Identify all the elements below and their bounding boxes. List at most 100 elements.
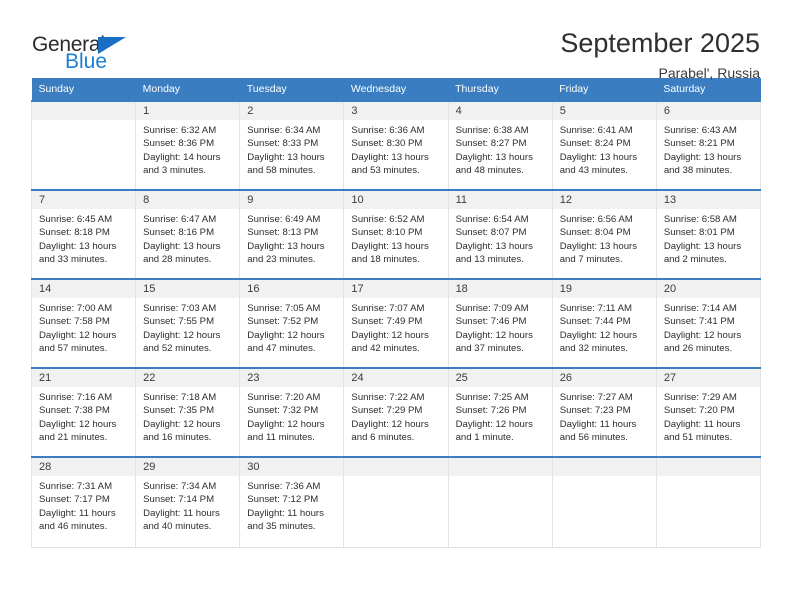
day-cell[interactable]: 6 Sunrise: 6:43 AM Sunset: 8:21 PM Daylight… <box>655 100 762 191</box>
day-details: Sunrise: 7:05 AM Sunset: 7:52 PM Daylight:… <box>240 298 343 356</box>
day-cell[interactable] <box>30 100 137 191</box>
daylight-line-2: and 42 minutes. <box>351 343 420 355</box>
daylight-line-1: Daylight: 13 hours <box>39 240 117 252</box>
day-cell[interactable]: 25 Sunrise: 7:25 AM Sunset: 7:26 PM Dayligh… <box>447 367 553 458</box>
day-cell[interactable]: 15 Sunrise: 7:03 AM Sunset: 7:55 PM Dayligh… <box>135 278 241 369</box>
day-cell[interactable]: 7 Sunrise: 6:45 AM Sunset: 8:18 PM Daylight… <box>30 189 137 280</box>
sunset-line: Sunset: 7:26 PM <box>455 405 527 417</box>
sunset-line: Sunset: 7:20 PM <box>663 405 735 417</box>
sunset-line: Sunset: 8:33 PM <box>247 138 319 150</box>
day-number <box>448 458 552 476</box>
daylight-line-1: Daylight: 13 hours <box>559 240 638 252</box>
day-cell[interactable]: 26 Sunrise: 7:27 AM Sunset: 7:23 PM Dayligh… <box>551 367 657 458</box>
daylight-line-2: and 51 minutes. <box>663 432 733 444</box>
day-cell[interactable]: 13 Sunrise: 6:58 AM Sunset: 8:01 PM Dayligh… <box>655 189 762 280</box>
day-cell[interactable]: 21 Sunrise: 7:16 AM Sunset: 7:38 PM Dayligh… <box>30 367 137 458</box>
day-cell[interactable]: 29 Sunrise: 7:34 AM Sunset: 7:14 PM Dayligh… <box>135 456 241 548</box>
day-cell[interactable]: 5 Sunrise: 6:41 AM Sunset: 8:24 PM Daylight… <box>551 100 657 191</box>
day-cell[interactable]: 27 Sunrise: 7:29 AM Sunset: 7:20 PM Dayligh… <box>655 367 762 458</box>
daylight-line-2: and 43 minutes. <box>559 165 628 177</box>
daylight-line-1: Daylight: 11 hours <box>143 507 220 519</box>
day-details: Sunrise: 6:49 AM Sunset: 8:13 PM Daylight:… <box>240 209 343 267</box>
sunset-line: Sunset: 8:36 PM <box>143 138 215 150</box>
daylight-line-1: Daylight: 13 hours <box>663 151 742 163</box>
day-cell[interactable]: 30 Sunrise: 7:36 AM Sunset: 7:12 PM Dayligh… <box>239 456 345 548</box>
day-number: 10 <box>344 191 448 209</box>
sunrise-line: Sunrise: 7:05 AM <box>247 303 321 314</box>
sunrise-line: Sunrise: 7:03 AM <box>143 303 217 314</box>
day-cell[interactable]: 10 Sunrise: 6:52 AM Sunset: 8:10 PM Dayligh… <box>343 189 449 280</box>
week-row: 21 Sunrise: 7:16 AM Sunset: 7:38 PM Dayligh… <box>30 367 762 458</box>
day-cell[interactable]: 16 Sunrise: 7:05 AM Sunset: 7:52 PM Dayligh… <box>239 278 345 369</box>
day-number: 2 <box>240 102 344 120</box>
sunrise-line: Sunrise: 7:16 AM <box>39 392 113 403</box>
daylight-line-1: Daylight: 13 hours <box>455 240 533 252</box>
sunset-line: Sunset: 8:30 PM <box>351 138 423 150</box>
day-cell[interactable]: 9 Sunrise: 6:49 AM Sunset: 8:13 PM Daylight… <box>239 189 345 280</box>
day-cell[interactable]: 20 Sunrise: 7:14 AM Sunset: 7:41 PM Dayligh… <box>655 278 762 369</box>
sunrise-line: Sunrise: 7:25 AM <box>455 392 529 403</box>
day-cell[interactable]: 3 Sunrise: 6:36 AM Sunset: 8:30 PM Daylight… <box>343 100 449 191</box>
day-cell[interactable]: 23 Sunrise: 7:20 AM Sunset: 7:32 PM Dayligh… <box>239 367 345 458</box>
week-row: 14 Sunrise: 7:00 AM Sunset: 7:58 PM Dayligh… <box>30 278 762 369</box>
day-cell[interactable]: 1 Sunrise: 6:32 AM Sunset: 8:36 PM Daylight… <box>135 100 241 191</box>
day-number: 29 <box>136 458 240 476</box>
day-cell[interactable]: 18 Sunrise: 7:09 AM Sunset: 7:46 PM Dayligh… <box>447 278 553 369</box>
sunset-line: Sunset: 7:23 PM <box>559 405 631 417</box>
day-details: Sunrise: 6:38 AM Sunset: 8:27 PM Daylight:… <box>449 120 552 178</box>
daylight-line-2: and 46 minutes. <box>39 521 108 533</box>
day-details: Sunrise: 6:54 AM Sunset: 8:07 PM Daylight:… <box>449 209 552 267</box>
daylight-line-1: Daylight: 12 hours <box>143 329 221 341</box>
daylight-line-2: and 38 minutes. <box>663 165 733 177</box>
day-details: Sunrise: 7:16 AM Sunset: 7:38 PM Daylight:… <box>32 387 135 445</box>
sunset-line: Sunset: 8:13 PM <box>247 227 319 239</box>
day-number: 24 <box>344 369 448 387</box>
sunset-line: Sunset: 8:27 PM <box>455 138 527 150</box>
day-details: Sunrise: 7:36 AM Sunset: 7:12 PM Daylight:… <box>240 476 343 534</box>
day-cell[interactable]: 19 Sunrise: 7:11 AM Sunset: 7:44 PM Dayligh… <box>551 278 657 369</box>
daylight-line-2: and 52 minutes. <box>143 343 212 355</box>
day-details: Sunrise: 7:00 AM Sunset: 7:58 PM Daylight:… <box>32 298 135 356</box>
daylight-line-2: and 2 minutes. <box>663 254 727 266</box>
daylight-line-1: Daylight: 12 hours <box>351 329 429 341</box>
sunrise-line: Sunrise: 6:43 AM <box>663 125 737 136</box>
day-cell[interactable]: 12 Sunrise: 6:56 AM Sunset: 8:04 PM Dayligh… <box>551 189 657 280</box>
calendar-page: General Blue September 2025 Parabel', Ru… <box>0 0 792 612</box>
general-blue-logo[interactable]: General Blue <box>32 28 152 76</box>
sunset-line: Sunset: 7:46 PM <box>455 316 527 328</box>
title-block: September 2025 Parabel', Russia <box>560 28 760 81</box>
day-details: Sunrise: 7:27 AM Sunset: 7:23 PM Daylight:… <box>553 387 656 445</box>
day-number <box>344 458 448 476</box>
day-cell[interactable]: 4 Sunrise: 6:38 AM Sunset: 8:27 PM Daylight… <box>447 100 553 191</box>
sunset-line: Sunset: 7:52 PM <box>247 316 319 328</box>
day-cell[interactable]: 11 Sunrise: 6:54 AM Sunset: 8:07 PM Dayligh… <box>447 189 553 280</box>
day-cell[interactable]: 22 Sunrise: 7:18 AM Sunset: 7:35 PM Dayligh… <box>135 367 241 458</box>
day-cell[interactable]: 24 Sunrise: 7:22 AM Sunset: 7:29 PM Dayligh… <box>343 367 449 458</box>
page-title: September 2025 <box>560 28 760 58</box>
daylight-line-2: and 11 minutes. <box>247 432 315 444</box>
sunrise-line: Sunrise: 6:58 AM <box>663 214 737 225</box>
daylight-line-1: Daylight: 11 hours <box>247 507 324 519</box>
sunrise-line: Sunrise: 7:09 AM <box>455 303 529 314</box>
day-details: Sunrise: 6:34 AM Sunset: 8:33 PM Daylight:… <box>240 120 343 178</box>
daylight-line-2: and 48 minutes. <box>455 165 524 177</box>
day-cell[interactable]: 14 Sunrise: 7:00 AM Sunset: 7:58 PM Dayligh… <box>30 278 137 369</box>
day-cell[interactable]: 28 Sunrise: 7:31 AM Sunset: 7:17 PM Dayligh… <box>30 456 137 548</box>
day-cell[interactable]: 2 Sunrise: 6:34 AM Sunset: 8:33 PM Daylight… <box>239 100 345 191</box>
sunrise-line: Sunrise: 6:34 AM <box>247 125 321 136</box>
daylight-line-2: and 57 minutes. <box>39 343 108 355</box>
daylight-line-1: Daylight: 13 hours <box>143 240 221 252</box>
daylight-line-1: Daylight: 12 hours <box>247 418 325 430</box>
daylight-line-2: and 40 minutes. <box>143 521 212 533</box>
sunrise-line: Sunrise: 7:00 AM <box>39 303 113 314</box>
day-cell[interactable]: 8 Sunrise: 6:47 AM Sunset: 8:16 PM Daylight… <box>135 189 241 280</box>
day-details: Sunrise: 6:56 AM Sunset: 8:04 PM Daylight:… <box>553 209 656 267</box>
sunrise-line: Sunrise: 6:45 AM <box>39 214 113 225</box>
day-number: 22 <box>136 369 240 387</box>
sunset-line: Sunset: 7:44 PM <box>559 316 631 328</box>
daylight-line-2: and 13 minutes. <box>455 254 524 266</box>
day-cell[interactable]: 17 Sunrise: 7:07 AM Sunset: 7:49 PM Dayligh… <box>343 278 449 369</box>
day-number: 12 <box>552 191 656 209</box>
daylight-line-1: Daylight: 13 hours <box>351 240 429 252</box>
day-number: 28 <box>32 458 136 476</box>
